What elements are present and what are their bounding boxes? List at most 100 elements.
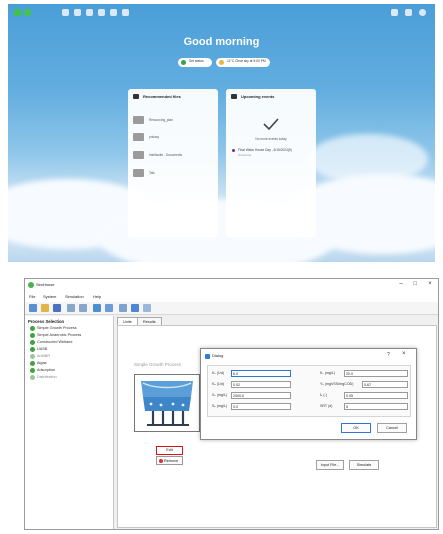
close-icon[interactable]: × [424,281,436,287]
activity-icon[interactable] [98,9,105,16]
notifications-icon[interactable] [405,9,412,16]
dialog-title: Dialog [212,353,224,358]
process-unit-image[interactable] [134,374,200,432]
open-icon[interactable] [41,304,49,312]
menu-help[interactable]: Help [93,294,101,299]
chart-icon[interactable] [143,304,151,312]
calendar-icon[interactable] [122,9,129,16]
simulate-button[interactable]: Simulate [349,460,379,470]
param-input[interactable] [344,370,408,377]
file-name: Resourcing_plan [149,118,173,122]
upcoming-events-title: Upcoming events [241,94,275,99]
process-status-icon [30,354,35,359]
reactor-icon [141,381,193,426]
set-status-button[interactable]: Set status [178,58,212,67]
event-date: Tomorrow [238,153,252,157]
folder-icon [133,133,144,141]
param-field: Kₛ (1/d) [212,370,294,378]
new-icon[interactable] [29,304,37,312]
search-icon[interactable] [391,9,398,16]
process-label: Algae [37,361,47,365]
close-icon[interactable]: × [402,351,406,357]
files-icon[interactable] [74,9,81,16]
param-field: Yₕ (mgVSS/mgCOD) [320,381,410,389]
param-field: fₑ (-) [320,392,410,400]
file-name: Intellisuite - Documents [149,153,183,157]
process-label: Constructed Wetland [37,340,73,344]
save-icon[interactable] [53,304,61,312]
parameter-form: Kₛ (1/d) Kₑ (1/d) Xₒ (mg/L) Sₒ (mg/L) Kₛ… [207,365,411,417]
info-icon[interactable] [131,304,139,312]
maximize-icon[interactable]: □ [409,281,421,287]
remove-button[interactable]: Remove [156,456,183,465]
process-label: UASB [37,347,48,351]
weather-label: 11°C Clear sky at 9:00 PM [227,59,266,63]
dashboard-icon[interactable] [62,9,69,16]
param-input[interactable] [231,403,291,410]
settings-icon[interactable] [119,304,127,312]
process-label: Disinfection [37,375,57,379]
file-name: privacy [149,135,160,139]
mail-icon[interactable] [110,9,117,16]
zoom-in-icon[interactable] [67,304,75,312]
param-label: Kₑ (1/d) [212,382,225,386]
app-logo-icon[interactable] [24,9,31,16]
param-input[interactable] [231,392,291,399]
param-field: Sₒ (mg/L) [212,403,294,411]
checkmark-icon [263,118,279,131]
weather-icon [219,60,224,65]
process-status-icon [30,326,35,331]
diagram-title: Simple Growth Process [134,362,182,367]
param-label: Yₕ (mgVSS/mgCOD) [320,382,354,386]
param-input[interactable] [231,370,291,377]
weather-button[interactable]: 11°C Clear sky at 9:00 PM [216,58,270,67]
minimize-icon[interactable]: – [395,281,407,287]
recommended-files-card: Recommended files Resourcing_plan privac… [128,89,218,237]
event-title[interactable]: Final Water House Day - 6/15/2024(5) [238,148,292,152]
param-field: Kₛ (mg/L) [320,370,410,378]
window-title: SimHouse [36,282,55,287]
remove-label: Remove [164,459,179,463]
param-label: Kₛ (mg/L) [320,371,336,375]
no-events-message: No more events today [255,137,287,141]
run-icon[interactable] [93,304,101,312]
folder-icon [133,169,144,177]
menu-system[interactable]: System [43,294,56,299]
edit-button[interactable]: Edit [156,446,183,455]
process-label: Simple Anaerobic Process [37,333,82,337]
param-field: Xₒ (mg/L) [212,392,294,400]
param-input[interactable] [231,381,291,388]
param-input[interactable] [362,381,408,388]
process-selection-heading: Process Selection [28,319,65,324]
process-label: Simple Growth Process [37,326,77,330]
parameter-dialog: Dialog ? × Kₛ (1/d) Kₑ (1/d) Xₒ (mg/L) S… [200,348,417,440]
app-logo-icon[interactable] [14,9,21,16]
avatar[interactable] [419,9,426,16]
zoom-out-icon[interactable] [79,304,87,312]
input-file-button[interactable]: Input File... [316,460,344,470]
param-label: Xₒ (mg/L) [212,393,228,397]
set-status-label: Set status [189,59,204,63]
folder-icon [133,116,144,124]
menu-simulation[interactable]: Simulation [65,294,84,299]
process-status-icon [30,368,35,373]
photos-icon[interactable] [86,9,93,16]
param-label: SRT (d) [320,404,333,408]
dialog-icon [205,354,210,359]
app-icon [28,282,34,288]
param-input[interactable] [344,392,408,399]
folder-icon [133,151,144,159]
param-input[interactable] [344,403,408,410]
help-icon[interactable]: ? [387,352,390,358]
ok-button[interactable]: OK [341,423,371,433]
param-field: Kₑ (1/d) [212,381,294,389]
toolbar [25,302,438,315]
process-label: Adsorption [37,368,56,372]
menu-bar: File System Simulation Help [25,291,438,302]
cancel-button[interactable]: Cancel [377,423,407,433]
greeting-heading: Good morning [183,36,260,48]
menu-file[interactable]: File [29,294,35,299]
desktop-dashboard: Good morning Set status 11°C Clear sky a… [8,4,435,262]
grid-icon[interactable] [105,304,113,312]
status-icon [181,60,186,65]
